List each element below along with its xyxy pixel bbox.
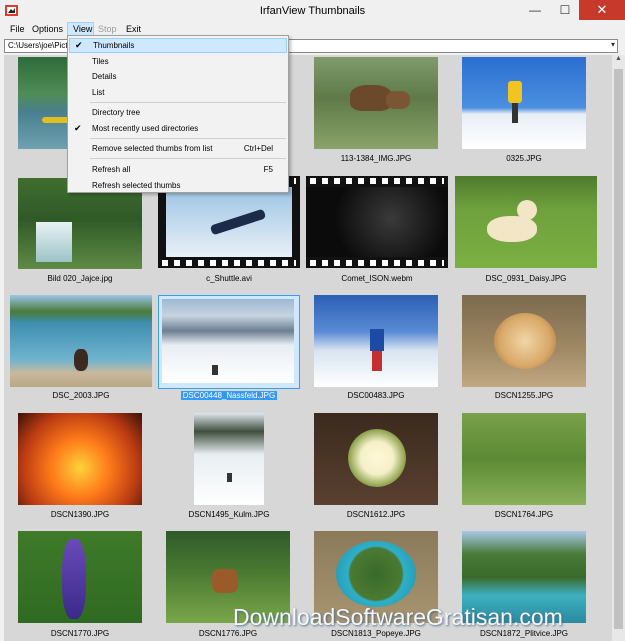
menu-item-list[interactable]: List <box>69 85 287 100</box>
thumbnail-image <box>314 413 438 505</box>
thumbnail-item[interactable]: DSCN1495_Kulm.JPG <box>189 413 269 521</box>
menu-item-label: Refresh all <box>92 165 131 174</box>
menu-item-shortcut: F5 <box>263 165 273 174</box>
menu-item-tiles[interactable]: Tiles <box>69 54 287 69</box>
thumbnail-item[interactable]: DSCN1770.JPG <box>18 531 142 639</box>
thumbnail-item[interactable]: DSCN1764.JPG <box>462 413 586 521</box>
thumbnail-image <box>455 176 597 268</box>
menu-separator <box>90 102 286 103</box>
vertical-scrollbar[interactable]: ▲ <box>612 55 625 641</box>
thumbnail-item[interactable]: DSC_0931_Daisy.JPG <box>455 176 597 286</box>
menu-options[interactable]: Options <box>27 22 68 37</box>
thumbnail-image <box>18 531 142 623</box>
thumbnail-image <box>18 413 142 505</box>
scroll-up-arrow-icon[interactable]: ▲ <box>612 55 625 67</box>
thumbnail-label: DSC_0931_Daisy.JPG <box>485 274 567 283</box>
thumbnail-item[interactable]: 0325.JPG <box>462 57 586 167</box>
thumbnail-label: DSC00483.JPG <box>347 391 405 400</box>
thumbnail-item[interactable]: DSC_2003.JPG <box>10 295 152 403</box>
menu-item-remove-selected-thumbs[interactable]: Remove selected thumbs from list Ctrl+De… <box>69 141 287 156</box>
thumbnail-item[interactable]: 113-1384_IMG.JPG <box>314 57 438 167</box>
thumbnail-label: Comet_ISON.webm <box>341 274 413 283</box>
menu-item-thumbnails[interactable]: ✔ Thumbnails <box>69 38 287 53</box>
checkmark-icon: ✔ <box>74 123 82 133</box>
thumbnail-item-selected[interactable]: DSC00448_Nassfeld.JPG <box>158 295 300 403</box>
folder-path-text: C:\Users\joe\Pict <box>8 41 68 50</box>
chevron-down-icon[interactable]: ▾ <box>611 40 615 49</box>
thumbnail-label: DSCN1764.JPG <box>494 510 554 519</box>
menu-item-label: Most recently used directories <box>92 124 199 133</box>
close-button[interactable]: ✕ <box>579 0 625 20</box>
thumbnail-item[interactable]: Comet_ISON.webm <box>306 176 448 286</box>
film-strip-top <box>306 176 448 186</box>
thumbnail-image <box>194 413 264 505</box>
thumbnail-label: 0325.JPG <box>506 154 542 163</box>
menu-item-refresh-selected-thumbs[interactable]: Refresh selected thumbs <box>69 178 287 193</box>
thumbnail-image <box>462 295 586 387</box>
menu-separator <box>90 138 286 139</box>
thumbnail-label: DSC00448_Nassfeld.JPG <box>158 391 300 400</box>
menu-item-directory-tree[interactable]: Directory tree <box>69 105 287 120</box>
menu-item-label: Tiles <box>92 57 109 66</box>
film-strip-bottom <box>306 258 448 268</box>
menu-item-label: List <box>92 88 105 97</box>
menu-item-label: Details <box>92 72 117 81</box>
film-strip-bottom <box>158 258 300 268</box>
thumbnail-label: DSCN1770.JPG <box>50 629 110 638</box>
menu-item-details[interactable]: Details <box>69 69 287 84</box>
thumbnail-image <box>162 299 294 383</box>
thumbnail-label: Bild 020_Jajce.jpg <box>47 274 113 283</box>
minimize-button[interactable]: — <box>520 0 550 20</box>
thumbnail-item[interactable]: Bild 020_Jajce.jpg <box>18 178 142 286</box>
view-menu-dropdown: ✔ Thumbnails Tiles Details List Director… <box>67 35 289 193</box>
menu-item-shortcut: Ctrl+Del <box>243 144 273 153</box>
menu-item-mru-directories[interactable]: ✔ Most recently used directories <box>69 121 287 136</box>
thumbnail-label: DSCN1612.JPG <box>346 510 406 519</box>
thumbnail-image <box>462 413 586 505</box>
thumbnail-label: DSCN1495_Kulm.JPG <box>188 510 270 519</box>
thumbnail-item[interactable]: DSCN1612.JPG <box>314 413 438 521</box>
thumbnail-label-text: DSC00448_Nassfeld.JPG <box>180 391 278 400</box>
thumbnail-image <box>10 295 152 387</box>
thumbnail-item[interactable]: DSCN1390.JPG <box>18 413 142 521</box>
checkmark-icon: ✔ <box>75 40 83 50</box>
scroll-thumb[interactable] <box>614 69 623 629</box>
menu-file[interactable]: File <box>5 22 30 37</box>
thumbnail-item[interactable]: DSC00483.JPG <box>314 295 438 403</box>
thumbnail-label: c_Shuttle.avi <box>206 274 252 283</box>
thumbnail-image <box>314 295 438 387</box>
watermark-text: DownloadSoftwareGratisan.com <box>233 604 563 630</box>
thumbnail-item[interactable]: DSCN1255.JPG <box>462 295 586 403</box>
menu-item-label: Thumbnails <box>93 41 135 50</box>
thumbnail-image <box>314 57 438 149</box>
thumbnail-label: DSC_2003.JPG <box>52 391 110 400</box>
menu-item-label: Refresh selected thumbs <box>92 181 181 190</box>
maximize-button[interactable]: ☐ <box>550 0 580 20</box>
menu-item-refresh-all[interactable]: Refresh all F5 <box>69 162 287 177</box>
menu-separator <box>90 158 286 159</box>
thumbnail-image <box>306 176 448 268</box>
menu-item-label: Directory tree <box>92 108 141 117</box>
menu-item-label: Remove selected thumbs from list <box>92 144 213 153</box>
thumbnail-label: DSCN1255.JPG <box>494 391 554 400</box>
thumbnail-label: DSCN1390.JPG <box>50 510 110 519</box>
thumbnail-label: 113-1384_IMG.JPG <box>340 154 412 163</box>
thumbnail-image <box>462 57 586 149</box>
title-bar: IrfanView Thumbnails — ☐ ✕ <box>0 0 625 22</box>
